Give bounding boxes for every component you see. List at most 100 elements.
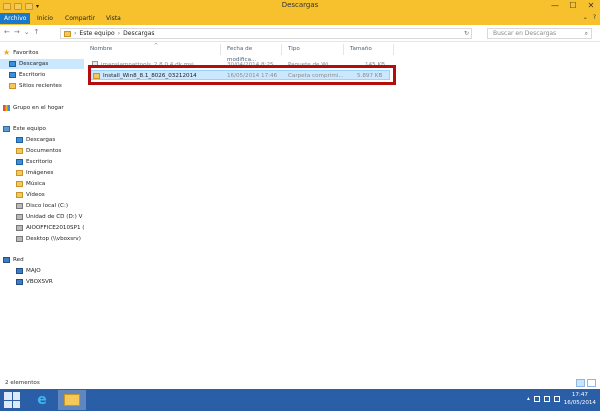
installer-package-icon	[92, 61, 98, 68]
star-icon: ★	[3, 48, 11, 57]
taskbar-internet-explorer[interactable]: e	[28, 390, 56, 410]
taskbar-file-explorer[interactable]	[58, 390, 86, 410]
title-bar[interactable]: ▾ Descargas — ☐ ✕	[0, 0, 600, 12]
nav-item-disco-local[interactable]: Disco local (C:)	[16, 201, 68, 211]
file-explorer-icon	[64, 394, 80, 406]
system-tray: ▴ 17:47 16/05/2014	[527, 391, 596, 407]
details-view-icon[interactable]	[576, 379, 585, 387]
nav-network-header[interactable]: Red	[3, 255, 24, 265]
address-bar: ← → ⌄ ↑ › Este equipo › Descargas ↻ Busc…	[0, 25, 600, 42]
ribbon-expand-icon[interactable]: ⌄	[583, 14, 588, 21]
tab-compartir[interactable]: Compartir	[61, 13, 99, 24]
file-row[interactable]: jmanslamnattools_2.8.0.4 dk.msi 30/04/20…	[90, 60, 390, 70]
window-controls: — ☐ ✕	[549, 0, 597, 12]
nav-computer-header[interactable]: Este equipo	[3, 124, 46, 134]
sort-caret-icon: ^	[154, 43, 159, 49]
ribbon-tabs: Archivo Inicio Compartir Vista ⌄ ?	[0, 12, 600, 25]
desktop-icon	[9, 72, 16, 78]
file-list: ^ Nombre Fecha de modifica... Tipo Tamañ…	[84, 43, 600, 378]
nav-item-documentos[interactable]: Documentos	[16, 146, 61, 156]
windows-logo-icon	[4, 392, 12, 400]
tab-inicio[interactable]: Inicio	[33, 13, 57, 24]
nav-homegroup[interactable]: Grupo en el hogar	[3, 103, 64, 113]
address-field[interactable]: › Este equipo › Descargas ↻	[60, 28, 472, 39]
homegroup-icon	[3, 105, 10, 111]
search-placeholder: Buscar en Descargas	[493, 30, 557, 37]
show-hidden-icons-icon[interactable]: ▴	[527, 396, 530, 402]
navigation-pane: ★ Favoritos Descargas Escritorio Sitios …	[0, 43, 85, 378]
nav-buttons: ← → ⌄ ↑	[4, 28, 40, 36]
explorer-window: ▾ Descargas — ☐ ✕ Archivo Inicio Compart…	[0, 0, 600, 389]
downloads-icon	[16, 137, 23, 143]
column-header-fecha[interactable]: Fecha de modifica...	[221, 44, 282, 63]
network-drive-icon	[16, 236, 23, 242]
videos-icon	[16, 192, 23, 198]
breadcrumb-descargas[interactable]: Descargas	[123, 30, 154, 37]
folder-icon	[64, 30, 71, 37]
minimize-button[interactable]: —	[549, 0, 561, 12]
nav-item-videos[interactable]: Vídeos	[16, 190, 45, 200]
nav-item-musica[interactable]: Música	[16, 179, 45, 189]
breadcrumb-este-equipo[interactable]: Este equipo	[79, 30, 114, 37]
nav-item-escritorio[interactable]: Escritorio	[16, 157, 52, 167]
computer-icon	[3, 126, 10, 132]
network-icon	[3, 257, 10, 263]
cd-drive-icon	[16, 214, 23, 220]
breadcrumb-chevron-icon: ›	[74, 30, 77, 37]
clock-time: 17:47	[571, 392, 588, 398]
clock[interactable]: 17:47 16/05/2014	[564, 391, 596, 407]
nav-item-imagenes[interactable]: Imágenes	[16, 168, 53, 178]
downloads-icon	[9, 61, 16, 67]
internet-explorer-icon: e	[37, 392, 47, 408]
file-row-selected[interactable]: Install_Win8_8.1_8026_03212014 16/05/201…	[90, 70, 390, 80]
maximize-button[interactable]: ☐	[567, 0, 579, 12]
ribbon-right: ⌄ ?	[583, 14, 596, 21]
nav-item-majo[interactable]: MAJO	[16, 266, 41, 276]
search-icon[interactable]: ⌕	[585, 29, 588, 38]
nav-item-vboxsvr[interactable]: VBOXSVR	[16, 277, 53, 287]
pictures-icon	[16, 170, 23, 176]
close-button[interactable]: ✕	[585, 0, 597, 12]
nav-item-escritorio[interactable]: Escritorio	[9, 70, 45, 80]
music-icon	[16, 181, 23, 187]
volume-icon[interactable]	[553, 396, 560, 402]
compressed-folder-icon	[93, 72, 100, 79]
column-header-nombre[interactable]: ^ Nombre	[84, 43, 221, 55]
search-input[interactable]: Buscar en Descargas ⌕	[487, 28, 592, 39]
status-bar: 2 elementos	[0, 378, 600, 389]
network-status-icon[interactable]	[543, 396, 550, 402]
nav-item-cd-drive[interactable]: Unidad de CD (D:) V	[16, 212, 82, 222]
view-toggle	[576, 379, 596, 387]
tab-archivo[interactable]: Archivo	[0, 13, 31, 24]
nav-item-descargas[interactable]: Descargas	[16, 135, 55, 145]
disk-icon	[16, 203, 23, 209]
nav-item-desktop-vboxsrv[interactable]: Desktop (\\vboxsrv)	[16, 234, 81, 244]
breadcrumb-chevron-icon: ›	[117, 30, 121, 37]
large-icons-view-icon[interactable]	[587, 379, 596, 387]
recent-locations-icon[interactable]: ⌄	[24, 28, 30, 36]
start-button[interactable]	[4, 392, 20, 408]
nav-item-aiooffice[interactable]: AIOOFFICE2010SP1 (	[16, 223, 85, 233]
taskbar: e ▴ 17:47 16/05/2014	[0, 389, 600, 411]
nav-item-sitios-recientes[interactable]: Sitios recientes	[9, 81, 62, 91]
up-icon[interactable]: ↑	[34, 28, 40, 36]
computer-icon	[16, 279, 23, 285]
back-icon[interactable]: ←	[4, 28, 10, 36]
recent-places-icon	[9, 83, 16, 89]
item-count: 2 elementos	[5, 380, 40, 386]
column-header-tamano[interactable]: Tamaño	[344, 44, 394, 55]
drive-icon	[16, 225, 23, 231]
computer-icon	[16, 268, 23, 274]
documents-icon	[16, 148, 23, 154]
clock-date: 16/05/2014	[563, 400, 596, 406]
column-header-tipo[interactable]: Tipo	[282, 44, 344, 55]
forward-icon[interactable]: →	[14, 28, 20, 36]
refresh-icon[interactable]: ↻	[464, 29, 469, 38]
help-icon[interactable]: ?	[593, 14, 596, 21]
desktop-icon	[16, 159, 23, 165]
window-title: Descargas	[281, 1, 319, 9]
nav-favorites-header[interactable]: ★ Favoritos	[3, 48, 38, 58]
nav-item-descargas[interactable]: Descargas	[0, 59, 84, 69]
tab-vista[interactable]: Vista	[102, 13, 125, 24]
flag-icon[interactable]	[533, 396, 540, 402]
